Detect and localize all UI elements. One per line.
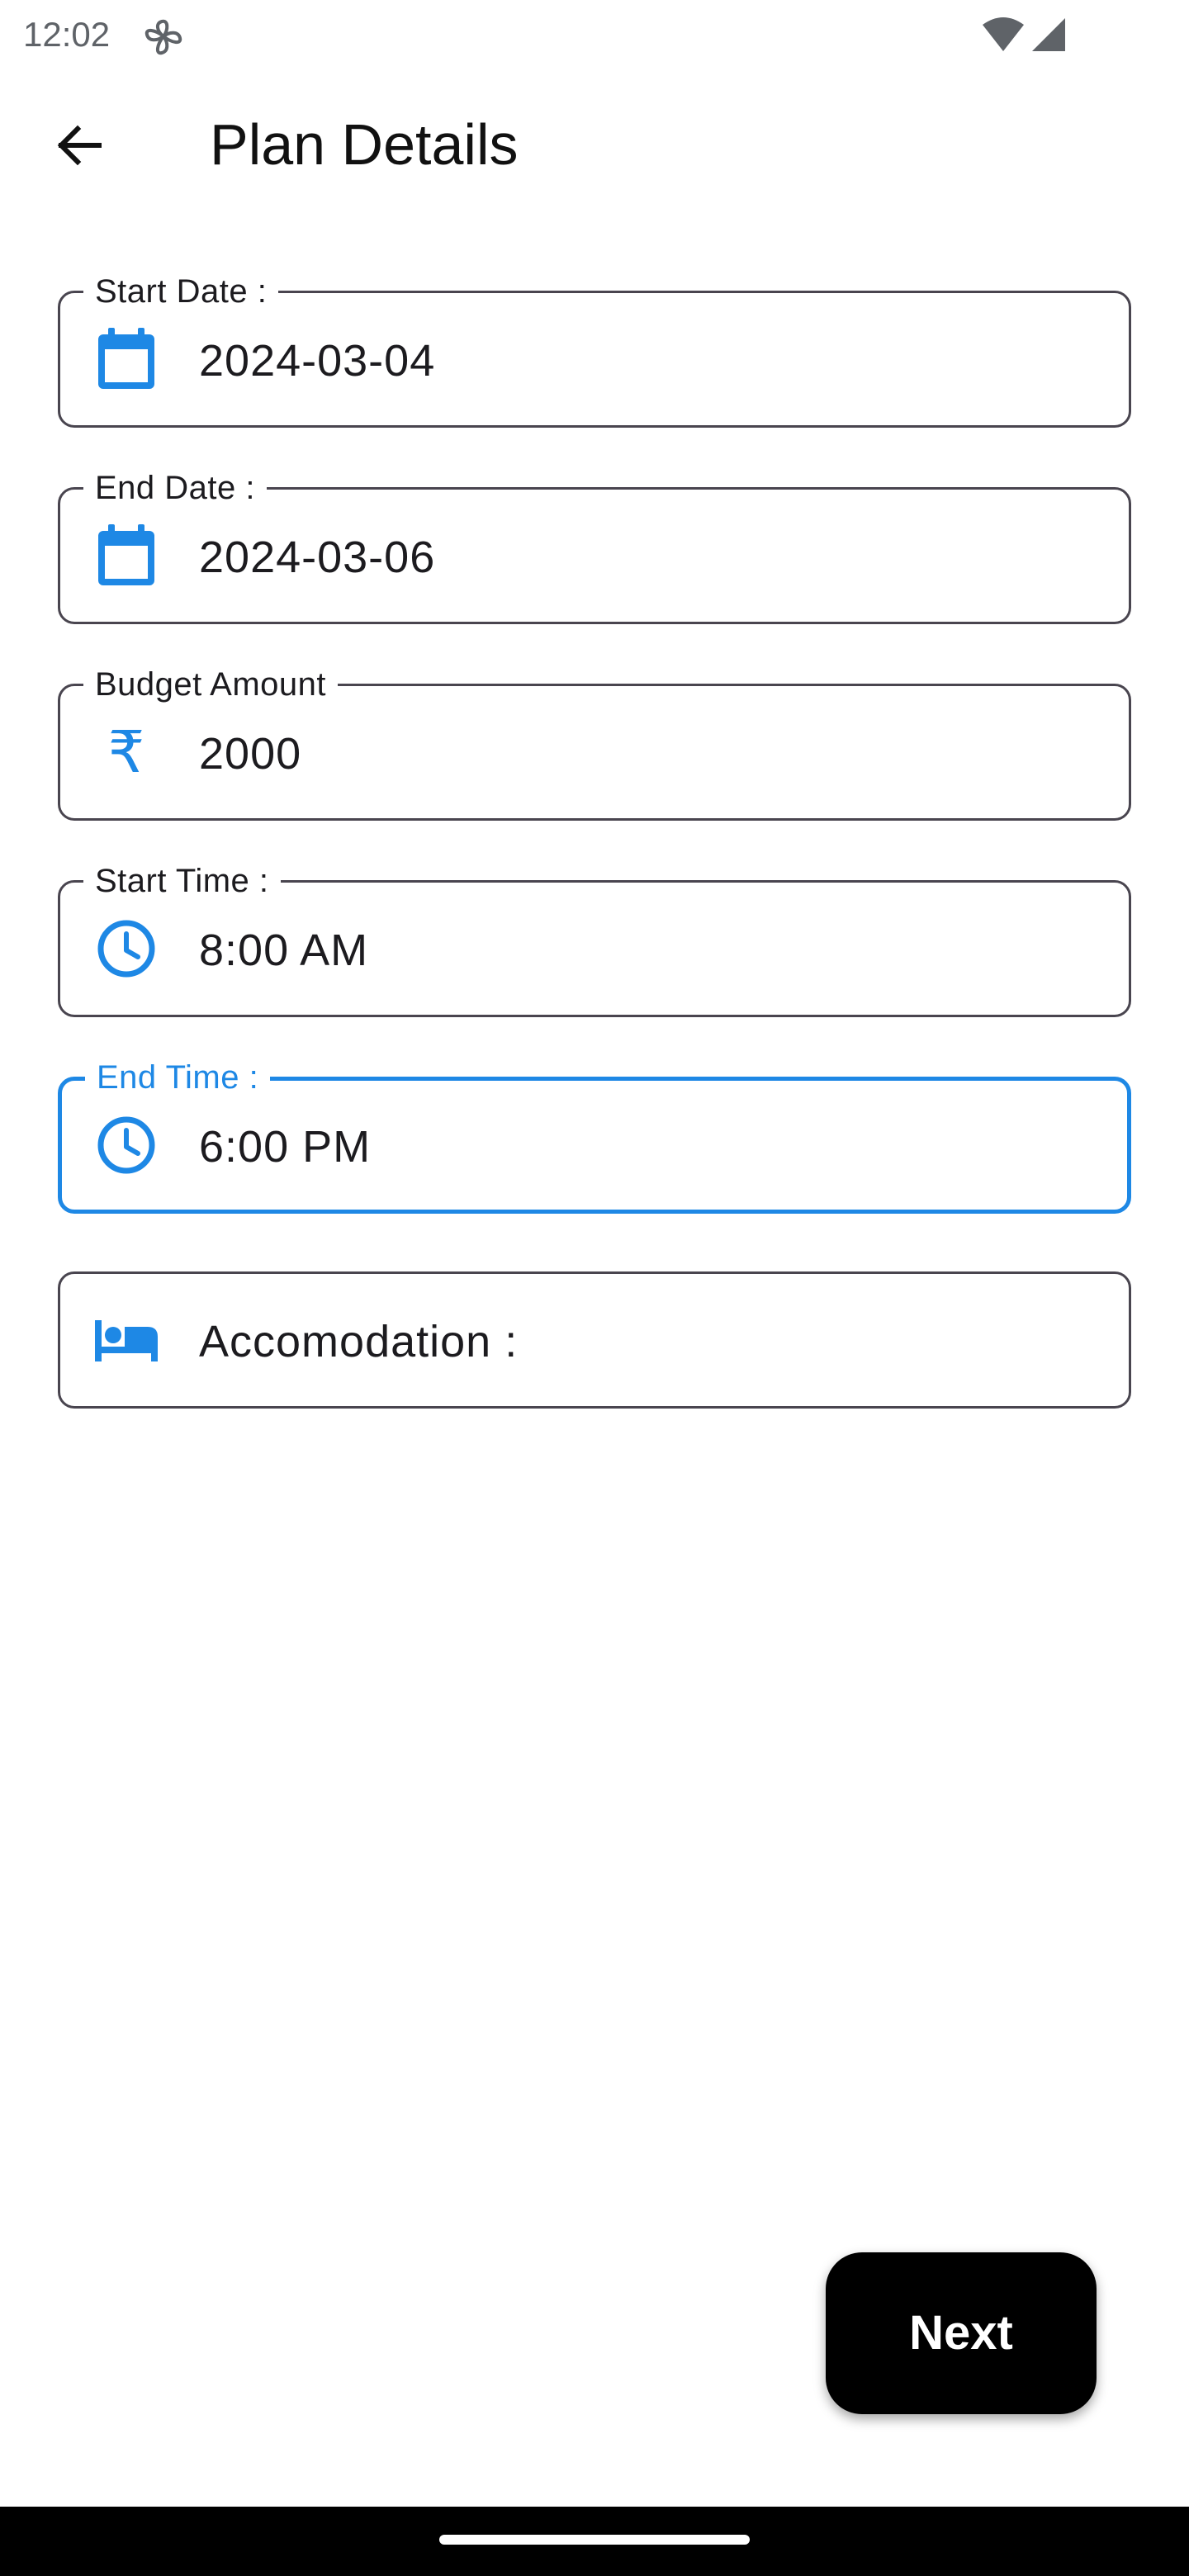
- end-time-value: 6:00 PM: [199, 1122, 372, 1172]
- end-date-field[interactable]: End Date : 2024-03-06: [58, 468, 1131, 624]
- clock-icon: [93, 1112, 159, 1178]
- rupee-glyph: ₹: [107, 718, 145, 786]
- budget-amount-label: Budget Amount: [83, 665, 339, 704]
- end-time-label: End Time :: [85, 1058, 271, 1097]
- back-button[interactable]: [40, 106, 119, 185]
- accommodation-value: Accomodation :: [199, 1317, 519, 1366]
- start-date-label: Start Date :: [83, 272, 279, 311]
- next-button[interactable]: Next: [826, 2252, 1097, 2414]
- bed-icon: [93, 1307, 159, 1373]
- end-date-value: 2024-03-06: [199, 533, 436, 582]
- rupee-icon: ₹: [93, 719, 159, 785]
- start-date-value: 2024-03-04: [199, 336, 436, 386]
- page-title: Plan Details: [210, 112, 519, 177]
- calendar-icon: [93, 326, 159, 392]
- end-time-field[interactable]: End Time : 6:00 PM: [58, 1058, 1131, 1214]
- start-time-value: 8:00 AM: [199, 926, 369, 975]
- next-button-label: Next: [909, 2306, 1013, 2360]
- end-date-label: End Date :: [83, 468, 268, 508]
- start-time-field[interactable]: Start Time : 8:00 AM: [58, 861, 1131, 1017]
- accommodation-field[interactable]: Accomodation :: [58, 1271, 1131, 1409]
- calendar-icon: [93, 523, 159, 589]
- wifi-icon: [983, 17, 1024, 51]
- app-bar: Plan Details: [0, 69, 1189, 231]
- start-time-label: Start Time :: [83, 861, 281, 901]
- arrow-back-icon: [57, 125, 102, 166]
- cell-signal-icon: [1032, 18, 1065, 51]
- budget-amount-field[interactable]: Budget Amount ₹ 2000: [58, 665, 1131, 821]
- home-indicator[interactable]: [439, 2535, 750, 2545]
- clock-icon: [93, 916, 159, 982]
- status-time: 12:02: [23, 15, 111, 54]
- budget-amount-value: 2000: [199, 729, 302, 779]
- status-bar: 12:02: [0, 0, 1189, 69]
- start-date-field[interactable]: Start Date : 2024-03-04: [58, 272, 1131, 428]
- navigation-bar: [0, 2507, 1189, 2576]
- fan-icon: [144, 19, 182, 55]
